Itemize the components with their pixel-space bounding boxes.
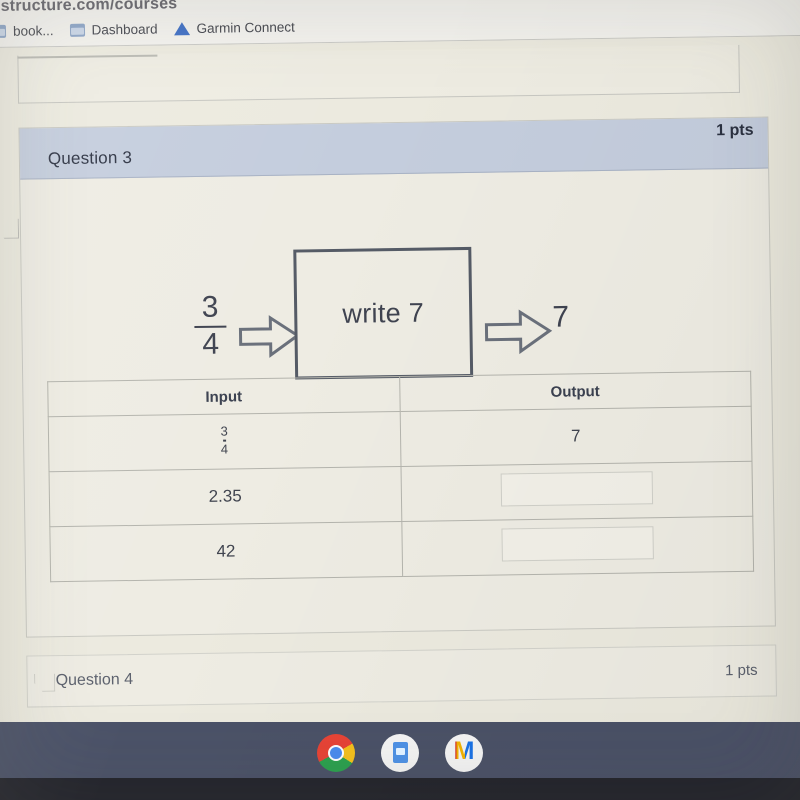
machine-box: write 7 [293,246,474,380]
laptop-screen: structure.com/courses book... Dashboard … [0,0,800,743]
input-output-table: Input Output 3 4 7 2.35 42 [47,371,754,582]
flag-icon[interactable] [0,219,19,239]
question-4-points: 1 pts [724,661,758,680]
cell-input-value: 2.35 [49,466,402,527]
fraction-numerator: 3 [220,424,228,440]
shelf-bottom-strip [0,778,800,800]
chromeos-shelf [0,722,800,800]
cell-output-answer [400,461,753,522]
question-3-title: Question 3 [47,147,133,169]
cell-input-value: 42 [49,521,403,582]
question-4-card: Question 4 1 pts [26,644,777,708]
output-arrow-icon [484,309,553,355]
bookmark-item-garmin-connect[interactable]: Garmin Connect [173,19,295,36]
question-3-header: Question 3 1 pts [19,117,769,180]
chrome-icon[interactable] [317,734,355,772]
table-input-fraction: 3 4 [220,424,229,457]
previous-question-card-partial [17,44,741,104]
column-header-input: Input [47,376,400,417]
cell-output-answer [401,516,754,577]
screenshot-root: structure.com/courses book... Dashboard … [0,0,800,800]
answer-input-2[interactable] [500,471,653,507]
quiz-page: Question 3 1 pts 3 4 write 7 7 Input Out… [0,35,800,743]
bookmark-item-book[interactable]: book... [0,23,54,39]
bookmark-label: Garmin Connect [196,19,295,36]
function-machine-diagram: 3 4 write 7 7 [20,180,771,386]
question-3-card: Question 3 1 pts 3 4 write 7 7 Input Out… [18,116,776,638]
answer-input-3[interactable] [501,526,654,562]
folder-icon [0,24,7,38]
input-arrow-icon [238,315,301,358]
folder-icon [69,23,85,37]
table-row: 42 [49,516,754,582]
cell-output-value: 7 [399,406,752,467]
diagram-input-fraction: 3 4 [190,290,231,362]
bookmark-item-dashboard[interactable]: Dashboard [69,21,158,38]
column-header-output: Output [399,371,752,412]
machine-label: write 7 [342,297,425,329]
triangle-icon [173,21,190,35]
gmail-icon[interactable] [445,734,483,772]
google-slides-icon[interactable] [381,734,419,772]
cell-input-fraction: 3 4 [48,411,401,472]
question-3-points: 1 pts [716,121,754,140]
bookmark-label: Dashboard [91,21,158,38]
fraction-denominator: 4 [202,327,220,362]
question-4-title: Question 4 [55,670,134,690]
diagram-output-value: 7 [552,300,570,334]
flag-icon[interactable] [34,674,55,692]
fraction-denominator: 4 [220,441,229,457]
fraction-numerator: 3 [201,290,219,324]
shelf-app-icons [0,734,800,772]
bookmark-label: book... [12,22,54,39]
